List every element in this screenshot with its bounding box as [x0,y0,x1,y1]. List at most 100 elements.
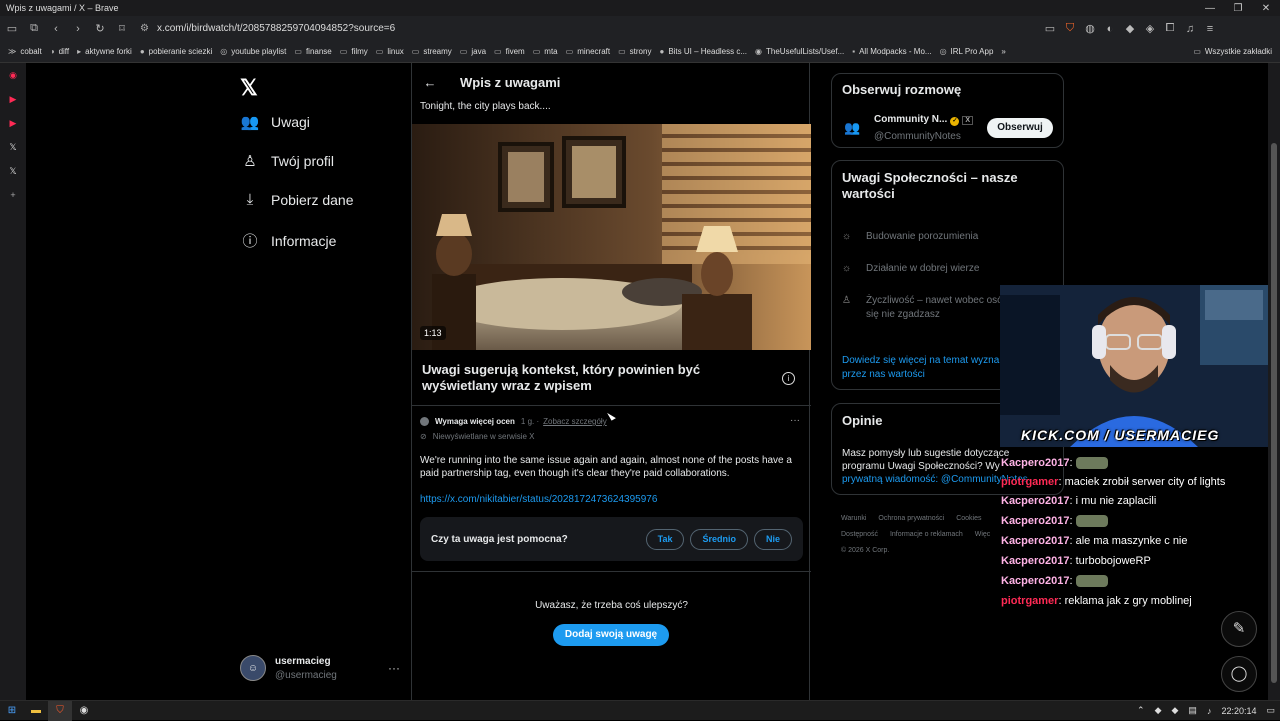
account-name[interactable]: Community N... ✓ X [874,114,974,126]
brave-icon[interactable]: ⛉ [48,700,72,721]
add-panel-icon[interactable]: + [0,183,26,207]
bookmarks-overflow-button[interactable]: » [1001,47,1005,56]
start-icon[interactable]: ⊞ [0,701,24,721]
extension-icon[interactable]: ◆ [1120,22,1140,35]
bookmark-folder[interactable]: ▭ streamy [412,47,452,56]
post-text: Tonight, the city plays back.... [420,101,551,112]
footer-link[interactable]: Informacje o reklamach [890,531,963,538]
volume-icon[interactable]: ♪ [1207,706,1212,716]
bookmark-item[interactable]: ● pobieranie sciezki [140,47,212,56]
nav-item-label[interactable]: Uwagi [271,114,310,130]
youtube-icon[interactable]: ▶ [0,111,26,135]
nav-item-profile[interactable]: ♙ Twój profil [240,152,334,170]
menu-icon[interactable]: ≡ [1200,23,1220,35]
tabs-icon[interactable]: ⧉ [24,19,44,39]
chat-bubble-icon[interactable]: ◯ [1221,656,1257,692]
extension-icon[interactable]: ◍ [1080,22,1100,35]
media-icon[interactable]: ♫ [1180,23,1200,35]
nav-item-uwagi[interactable]: 👥 Uwagi [240,113,310,131]
bookmark-item[interactable]: ▪ All Modpacks - Mo... [852,47,931,56]
post-video[interactable]: 1:13 [412,124,811,350]
clock-text[interactable]: 22:20:14 [1221,706,1256,716]
chat-user: Kacpero2017 [1001,495,1070,507]
tray-app-icon[interactable]: ◆ [1172,705,1179,716]
bookmark-item[interactable]: ◉ TheUsefulLists/Usef... [755,47,844,56]
extension-icon[interactable]: ◈ [1140,22,1160,35]
network-icon[interactable]: ▤ [1188,705,1197,716]
rating-question: Czy ta uwaga jest pomocna? [431,533,568,545]
footer-link[interactable]: Dostępność [841,531,878,538]
notifications-icon[interactable]: ▭ [1266,705,1275,716]
more-icon[interactable]: ··· [388,661,400,675]
divider [412,571,811,572]
folder-icon: ▭ [375,47,384,56]
info-icon[interactable]: i [782,372,795,385]
forward-icon[interactable]: › [68,19,88,39]
brave-shields-icon[interactable]: ⛉ [1060,22,1080,35]
address-text[interactable]: x.com/i/birdwatch/t/2085788259704094852?… [157,23,395,34]
follow-button[interactable]: Obserwuj [987,118,1053,138]
rate-yes-button[interactable]: Tak [645,528,685,550]
all-bookmarks-folder[interactable]: ▭ Wszystkie zakładki [1193,47,1272,56]
back-icon[interactable]: ‹ [46,19,66,39]
cast-icon[interactable]: ▭ [1040,22,1060,35]
bookmark-folder[interactable]: ▭ filmy [340,47,368,56]
extension-icon[interactable]: ◐ [1100,23,1120,35]
app-icon[interactable]: ◉ [72,701,96,721]
extensions-icon[interactable]: ⧠ [1160,22,1180,35]
bookmark-folder[interactable]: ▭ fivem [494,47,525,56]
bookmark-item[interactable]: ◎ IRL Pro App [940,47,994,56]
close-icon[interactable]: ✕ [1252,3,1280,14]
add-note-button[interactable]: Dodaj swoją uwagę [553,624,669,646]
site-info-icon[interactable]: ⚙ [140,23,149,34]
sidebar-toggle-icon[interactable]: ▭ [2,19,22,39]
note-details-link[interactable]: Zobacz szczegóły [543,417,607,426]
nav-item-label[interactable]: Pobierz dane [271,192,354,208]
bookmark-item[interactable]: ● Bits UI – Headless c... [659,47,747,56]
bookmark-item[interactable]: ≫ cobalt [8,47,42,56]
note-visibility-label: Niewyświetlane w serwisie X [432,432,535,441]
rate-medium-button[interactable]: Średnio [690,528,748,550]
bookmark-folder[interactable]: ▭ finanse [294,47,331,56]
x-logo-icon[interactable]: 𝕏 [0,135,26,159]
bookmark-folder[interactable]: ▭ minecraft [566,47,610,56]
bookmark-folder[interactable]: ▭ java [460,47,486,56]
note-link[interactable]: https://x.com/nikitabier/status/20281724… [420,494,657,505]
footer-link[interactable]: Cookies [956,515,981,522]
nav-item-label[interactable]: Informacje [271,233,336,249]
nav-item-download[interactable]: ⤓ Pobierz dane [240,191,354,208]
card-title: Opinie [842,413,883,428]
footer-link[interactable]: Warunki [841,515,866,522]
bookmark-icon[interactable]: ⌑ [112,19,132,39]
reload-icon[interactable]: ↻ [90,19,110,39]
nav-item-label[interactable]: Twój profil [271,153,334,169]
avatar[interactable]: ☺ [240,655,266,681]
sidebar-app-icon[interactable]: ◉ [0,63,26,87]
bookmark-item[interactable]: ▸ aktywne forki [77,47,132,56]
file-explorer-icon[interactable]: ▬ [24,701,48,721]
bookmark-item[interactable]: ◑ diff [50,47,69,56]
bookmark-folder[interactable]: ▭ mta [533,47,558,56]
compose-note-icon[interactable]: ✎ [1221,611,1257,647]
footer-link[interactable]: Ochrona prywatności [878,515,944,522]
scrollbar-thumb[interactable] [1271,143,1277,683]
footer-link[interactable]: Więc [975,531,991,538]
note-more-icon[interactable]: ··· [790,415,800,426]
bookmark-item[interactable]: ◎ youtube playlist [220,47,286,56]
bookmark-folder[interactable]: ▭ strony [618,47,651,56]
chevron-up-icon[interactable]: ⌃ [1137,705,1145,716]
window-title: Wpis z uwagami / X – Brave [6,3,119,13]
restore-icon[interactable]: ❐ [1224,3,1252,14]
tray-app-icon[interactable]: ◆ [1155,705,1162,716]
x-logo-icon[interactable]: 𝕏 [240,75,258,101]
nav-item-info[interactable]: ⓘ Informacje [240,230,336,251]
minimize-icon[interactable]: — [1196,3,1224,14]
bookmark-folder[interactable]: ▭ linux [376,47,404,56]
youtube-icon[interactable]: ▶ [0,87,26,111]
address-bar[interactable]: ⚙ x.com/i/birdwatch/t/208578825970409485… [140,19,1040,39]
x-logo-icon[interactable]: 𝕏 [0,159,26,183]
account-switcher[interactable]: ☺ usermacieg @usermacieg ··· [240,655,400,681]
back-arrow-icon[interactable]: ← [412,75,448,90]
scrollbar[interactable] [1268,63,1280,700]
rate-no-button[interactable]: Nie [753,528,792,550]
